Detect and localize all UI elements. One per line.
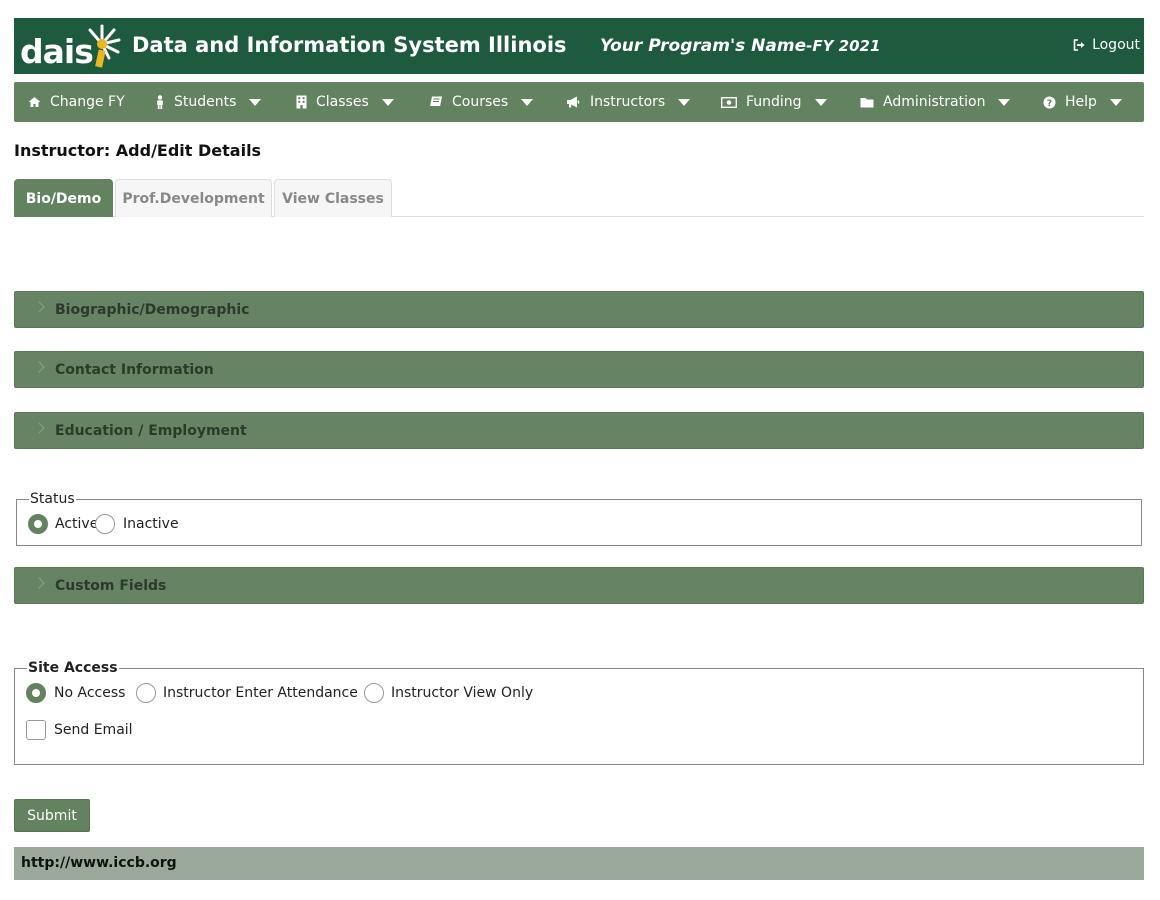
no-access-label: No Access <box>54 685 126 701</box>
chevron-down-icon <box>381 98 394 106</box>
status-active-option[interactable]: Active <box>28 514 98 534</box>
money-icon <box>721 96 737 108</box>
main-nav: Change FY Students Classes Courses Instr… <box>14 82 1144 122</box>
panel-label: Contact Information <box>55 362 214 378</box>
chevron-down-icon <box>1109 98 1122 106</box>
nav-label: Classes <box>316 94 369 110</box>
chevron-down-icon <box>678 98 691 106</box>
status-inactive-option[interactable]: Inactive <box>95 514 179 534</box>
footer-link[interactable]: http://www.iccb.org <box>21 855 177 871</box>
logo-burst-icon <box>88 24 121 68</box>
submit-button[interactable]: Submit <box>14 799 90 832</box>
folder-icon <box>860 97 874 107</box>
tab-bio-demo[interactable]: Bio/Demo <box>14 179 113 217</box>
program-name: Your Program's Name-FY 2021 <box>600 36 880 56</box>
status-fieldset: Status <box>16 491 1142 546</box>
tab-prof-development[interactable]: Prof.Development <box>115 179 272 217</box>
status-legend: Status <box>30 491 75 507</box>
site-access-view-only-option[interactable]: Instructor View Only <box>364 683 533 703</box>
nav-label: Courses <box>452 94 509 110</box>
nav-help[interactable]: ? Help <box>1043 82 1122 122</box>
nav-courses[interactable]: Courses <box>429 82 534 122</box>
send-email-option[interactable]: Send Email <box>26 720 133 740</box>
book-icon <box>430 96 442 107</box>
person-icon <box>157 95 163 109</box>
site-title: Data and Information System Illinois <box>132 33 567 57</box>
nav-label: Help <box>1065 94 1097 110</box>
chevron-right-icon <box>33 301 45 313</box>
chevron-right-icon <box>33 422 45 434</box>
site-access-fieldset: Site Access <box>14 660 1144 765</box>
chevron-right-icon <box>33 361 45 373</box>
chevron-down-icon <box>814 98 827 106</box>
dais-logo[interactable]: dais <box>20 22 121 72</box>
nav-change-fy[interactable]: Change FY <box>28 82 125 122</box>
panel-contact-information[interactable]: Contact Information <box>14 351 1144 388</box>
question-circle-icon: ? <box>1043 96 1056 109</box>
send-email-checkbox[interactable] <box>26 720 46 740</box>
nav-label: Administration <box>883 94 986 110</box>
logout-icon <box>1073 39 1085 51</box>
nav-funding[interactable]: Funding <box>721 82 827 122</box>
nav-students[interactable]: Students <box>155 82 262 122</box>
site-access-legend: Site Access <box>28 660 118 676</box>
footer-bar: http://www.iccb.org <box>14 847 1144 880</box>
chevron-down-icon <box>249 98 262 106</box>
enter-attendance-radio[interactable] <box>136 683 156 703</box>
app-header: dais Data and Information System Illinoi… <box>14 18 1144 74</box>
site-access-no-access-option[interactable]: No Access <box>26 683 125 703</box>
tab-view-classes[interactable]: View Classes <box>274 179 392 217</box>
logout-label: Logout <box>1092 37 1140 53</box>
view-only-label: Instructor View Only <box>391 685 534 701</box>
nav-label: Instructors <box>590 94 666 110</box>
nav-label: Change FY <box>50 94 125 110</box>
panel-label: Education / Employment <box>55 423 247 439</box>
nav-instructors[interactable]: Instructors <box>566 82 691 122</box>
page-title: Instructor: Add/Edit Details <box>14 141 262 160</box>
panel-label: Biographic/Demographic <box>55 302 250 318</box>
nav-label: Students <box>174 94 237 110</box>
nav-administration[interactable]: Administration <box>860 82 1011 122</box>
status-inactive-label: Inactive <box>123 516 179 532</box>
panel-label: Custom Fields <box>55 578 167 594</box>
enter-attendance-label: Instructor Enter Attendance <box>163 685 358 701</box>
chevron-right-icon <box>33 577 45 589</box>
status-active-radio[interactable] <box>28 514 48 534</box>
nav-classes[interactable]: Classes <box>296 82 394 122</box>
status-active-label: Active <box>55 516 99 532</box>
svg-text:?: ? <box>1047 99 1052 109</box>
home-icon <box>28 97 41 107</box>
program-fy: -FY 2021 <box>806 37 881 55</box>
chevron-down-icon <box>521 98 534 106</box>
panel-custom-fields[interactable]: Custom Fields <box>14 567 1144 604</box>
tab-bar: Bio/Demo Prof.Development View Classes <box>14 179 1144 217</box>
status-inactive-radio[interactable] <box>95 514 115 534</box>
panel-education-employment[interactable]: Education / Employment <box>14 412 1144 449</box>
panel-biographic-demographic[interactable]: Biographic/Demographic <box>14 291 1144 328</box>
megaphone-icon <box>567 96 580 108</box>
view-only-radio[interactable] <box>364 683 384 703</box>
no-access-radio[interactable] <box>26 683 46 703</box>
building-icon <box>296 95 307 109</box>
chevron-down-icon <box>998 98 1011 106</box>
program-name-text: Your Program's Name <box>600 36 807 56</box>
send-email-label: Send Email <box>54 722 133 738</box>
site-access-enter-attendance-option[interactable]: Instructor Enter Attendance <box>136 683 358 703</box>
nav-label: Funding <box>746 94 802 110</box>
logout-button[interactable]: Logout <box>1073 37 1140 53</box>
